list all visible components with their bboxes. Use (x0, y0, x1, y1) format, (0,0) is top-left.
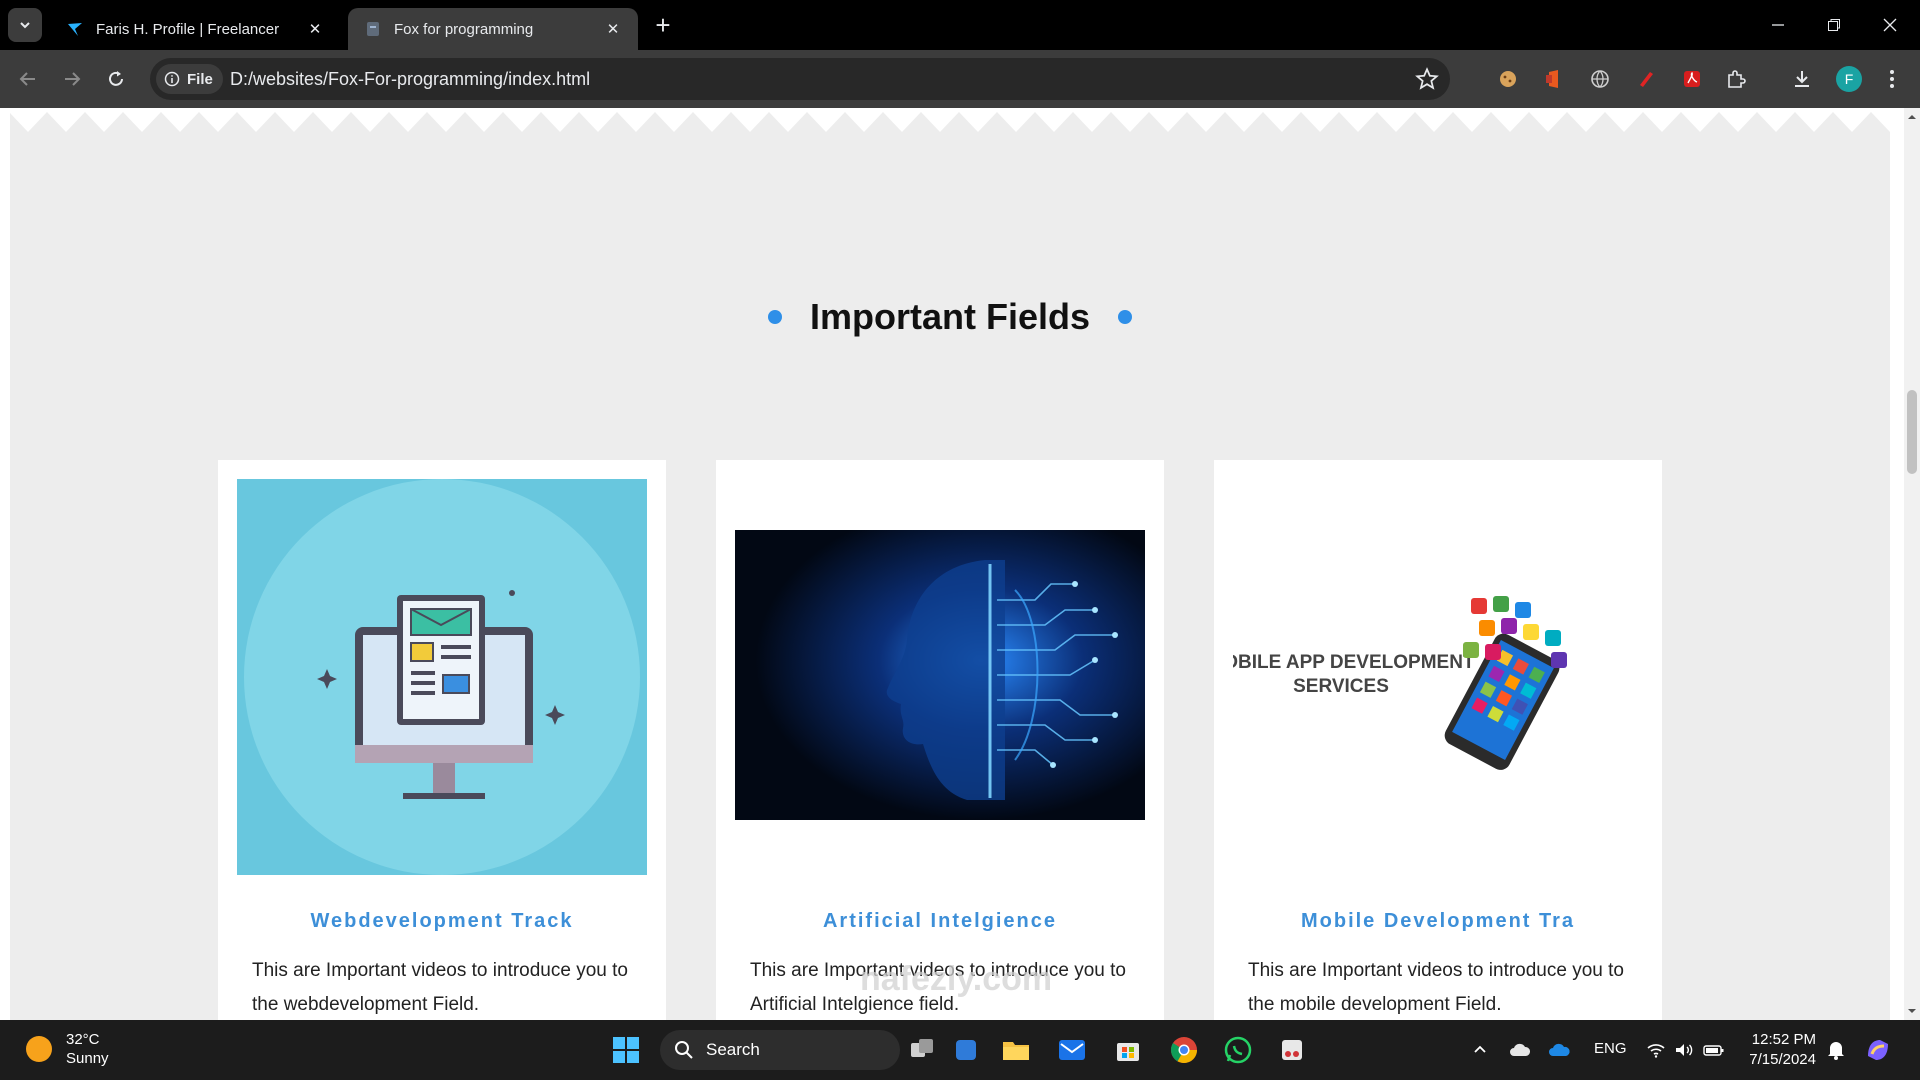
mobile-image-line-2: SERVICES (1293, 676, 1389, 697)
weather-description: Sunny (66, 1050, 109, 1067)
tab-title: Fox for programming (394, 20, 534, 38)
snipping-tool-icon[interactable] (1276, 1034, 1308, 1066)
card-title[interactable]: Webdevelopment Track (218, 910, 666, 933)
close-window-button[interactable] (1862, 0, 1918, 50)
url-text[interactable]: D:/websites/Fox-For-programming/index.ht… (230, 69, 590, 90)
office-extension-icon[interactable] (1542, 67, 1566, 91)
cloud-icon[interactable] (1504, 1034, 1536, 1066)
reload-button[interactable] (98, 61, 134, 97)
zigzag-divider (10, 108, 1890, 166)
downloads-icon[interactable] (1790, 67, 1814, 91)
tab-strip: Faris H. Profile | Freelancer ✕ Fox for … (0, 0, 1920, 50)
card-artificial-intelligence[interactable]: Artificial Intelgience This are Importan… (716, 460, 1164, 1020)
input-language[interactable]: ENG (1594, 1040, 1627, 1057)
address-bar[interactable]: File D:/websites/Fox-For-programming/ind… (150, 58, 1450, 100)
page-scrollbar[interactable] (1904, 108, 1920, 1020)
translate-extension-icon[interactable] (1588, 67, 1612, 91)
scroll-down-icon[interactable] (1907, 1006, 1917, 1016)
card-description: This are Important videos to introduce y… (252, 960, 628, 1015)
page-viewport: Important Fields Webdevelopment Track Th… (0, 108, 1920, 1020)
pdf-extension-icon[interactable] (1680, 67, 1704, 91)
browser-toolbar: File D:/websites/Fox-For-programming/ind… (0, 50, 1920, 108)
minimize-button[interactable] (1750, 0, 1806, 50)
whatsapp-icon[interactable] (1222, 1034, 1254, 1066)
section-title-wrap: Important Fields (740, 296, 1160, 338)
windows-taskbar: 32°C Sunny Search ENG 12:52 PM 7/15/2024 (0, 1020, 1920, 1080)
windows-logo-icon (613, 1037, 639, 1063)
battery-icon[interactable] (1698, 1034, 1730, 1066)
mail-icon[interactable] (1056, 1034, 1088, 1066)
close-tab-icon[interactable]: ✕ (304, 18, 326, 40)
document-favicon-icon (367, 22, 379, 36)
taskbar-search[interactable]: Search (660, 1030, 900, 1070)
show-hidden-icons-chevron-icon[interactable] (1464, 1034, 1496, 1066)
info-icon (164, 71, 180, 87)
section-title: Important Fields (809, 296, 1091, 337)
clock-time: 12:52 PM (1751, 1031, 1816, 1048)
notification-bell-icon[interactable] (1820, 1034, 1852, 1066)
close-icon (1883, 18, 1897, 32)
freelancer-favicon-icon (68, 23, 82, 36)
card-webdevelopment[interactable]: Webdevelopment Track This are Important … (218, 460, 666, 1020)
heading-dot-left (767, 310, 782, 324)
search-label: Search (706, 1040, 760, 1059)
system-clock[interactable]: 12:52 PM 7/15/2024 (1740, 1030, 1816, 1070)
mobile-app-illustration: MOBILE APP DEVELOPMENT SERVICES (1233, 590, 1643, 770)
microsoft-store-icon[interactable] (1112, 1034, 1144, 1066)
copilot-icon[interactable] (1862, 1034, 1894, 1066)
back-button[interactable] (10, 61, 46, 97)
clock-date: 7/15/2024 (1749, 1051, 1816, 1068)
tab-freelancer[interactable]: Faris H. Profile | Freelancer ✕ (50, 8, 340, 50)
restore-button[interactable] (1806, 0, 1862, 50)
menu-kebab-icon[interactable] (1880, 67, 1904, 91)
cookie-extension-icon[interactable] (1496, 67, 1520, 91)
site-info-label: File (187, 70, 213, 88)
minimize-icon (1772, 24, 1784, 26)
forward-button[interactable] (54, 61, 90, 97)
chrome-icon[interactable] (1168, 1034, 1200, 1066)
ai-head-illustration (735, 530, 1145, 820)
reload-icon (109, 71, 123, 86)
tab-search-button[interactable] (8, 8, 42, 42)
new-tab-button[interactable]: + (648, 10, 678, 40)
volume-icon[interactable] (1668, 1034, 1700, 1066)
file-explorer-icon[interactable] (1000, 1034, 1032, 1066)
tab-fox-for-programming[interactable]: Fox for programming ✕ (348, 8, 638, 50)
profile-initial: F (1844, 71, 1854, 87)
mobile-image-line-1: MOBILE APP DEVELOPMENT (1233, 652, 1475, 673)
site-info-chip[interactable]: File (156, 64, 223, 94)
card-description: This are Important videos to introduce y… (1248, 960, 1624, 1015)
arrow-left-icon (19, 72, 35, 86)
card-mobile-development[interactable]: MOBILE APP DEVELOPMENT SERVICES Mobile D… (1214, 460, 1662, 1020)
scroll-up-icon[interactable] (1907, 112, 1917, 122)
widgets-icon[interactable] (950, 1034, 982, 1066)
start-button[interactable] (610, 1034, 642, 1066)
close-tab-icon[interactable]: ✕ (602, 18, 624, 40)
bookmark-star-icon[interactable] (1414, 66, 1440, 92)
card-title[interactable]: Mobile Development Tra (1214, 910, 1662, 933)
important-fields-section: Important Fields Webdevelopment Track Th… (10, 108, 1890, 1020)
tab-title: Faris H. Profile | Freelancer (96, 20, 280, 38)
webdevelopment-illustration (237, 479, 647, 875)
pen-extension-icon[interactable] (1634, 67, 1658, 91)
task-view-icon[interactable] (906, 1034, 938, 1066)
profile-avatar[interactable]: F (1836, 66, 1862, 92)
chevron-down-icon (20, 22, 30, 29)
search-icon (675, 1041, 693, 1059)
scrollbar-thumb[interactable] (1907, 390, 1917, 474)
restore-icon (1828, 19, 1840, 31)
weather-temperature: 32°C (66, 1031, 100, 1048)
arrow-right-icon (65, 72, 81, 86)
extensions-puzzle-icon[interactable] (1724, 67, 1748, 91)
watermark: nafezly.com (860, 960, 1053, 998)
section-heading: Important Fields (10, 296, 1890, 338)
heading-dot-right (1118, 310, 1133, 324)
weather-widget[interactable]: 32°C Sunny (26, 1030, 109, 1068)
card-title[interactable]: Artificial Intelgience (716, 910, 1164, 933)
sun-icon (26, 1036, 52, 1062)
onedrive-icon[interactable] (1544, 1034, 1576, 1066)
